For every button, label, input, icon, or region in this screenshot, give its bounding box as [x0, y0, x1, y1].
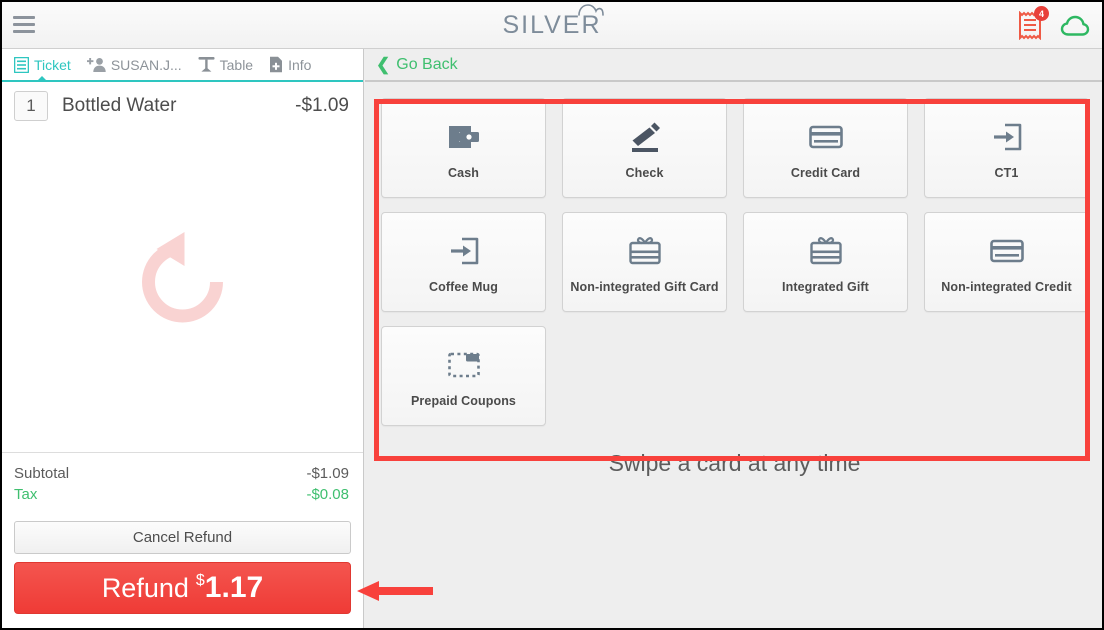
arrow-into-box-icon [448, 231, 480, 271]
tab-info[interactable]: Info [261, 49, 319, 80]
list-item[interactable]: 1 Bottled Water -$1.09 [2, 82, 363, 130]
payment-method-prepaid-coupons[interactable]: Prepaid Coupons [381, 326, 546, 426]
subtotal-value: -$1.09 [306, 465, 349, 482]
wallet-icon [447, 117, 481, 157]
tab-customer-label: SUSAN.J... [110, 56, 182, 73]
brand-logo: SILVER [2, 2, 1102, 49]
cloud-icon[interactable] [1060, 14, 1090, 38]
payment-method-non-integrated-gift-card[interactable]: Non-integrated Gift Card [562, 212, 727, 312]
item-price: -$1.09 [295, 95, 349, 116]
ticket-totals: Subtotal -$1.09 Tax -$0.08 [2, 452, 363, 511]
tab-ticket[interactable]: Ticket [6, 49, 79, 82]
logo-text-wrap: SILVER [502, 4, 604, 40]
payment-method-cash[interactable]: Cash [381, 98, 546, 198]
app-header: SILVER 4 [2, 2, 1102, 49]
go-back-bar: ❮ Go Back [365, 49, 1102, 82]
payment-method-label: Cash [448, 165, 479, 180]
payment-method-label: Non-integrated Gift Card [570, 279, 719, 294]
payment-method-label: Credit Card [790, 165, 861, 180]
tax-value: -$0.08 [306, 486, 349, 503]
payment-method-ct1[interactable]: CT1 [924, 98, 1089, 198]
subtotal-row: Subtotal -$1.09 [14, 463, 349, 484]
payment-method-label: Check [625, 165, 664, 180]
payment-method-credit-card[interactable]: Credit Card [743, 98, 908, 198]
refund-rotate-arrow-icon [141, 232, 223, 323]
tab-table-label: Table [219, 56, 254, 73]
payment-method-label: Coffee Mug [428, 279, 499, 294]
chevron-left-icon: ❮ [376, 55, 391, 74]
cancel-refund-button[interactable]: Cancel Refund [14, 521, 351, 554]
payment-method-check[interactable]: Check [562, 98, 727, 198]
arrow-into-box-icon [991, 117, 1023, 157]
go-back-label: Go Back [396, 55, 458, 73]
tax-label: Tax [14, 486, 38, 503]
tax-row: Tax -$0.08 [14, 484, 349, 505]
dashed-coupon-icon [447, 345, 481, 385]
file-add-icon [270, 56, 283, 73]
subtotal-label: Subtotal [14, 465, 70, 482]
tab-customer[interactable]: SUSAN.J... [79, 49, 190, 80]
payment-methods-area: Cash Check Credit Card CT1 Coffee Mug No… [365, 82, 1102, 477]
go-back-button[interactable]: ❮ Go Back [376, 56, 458, 74]
tab-ticket-label: Ticket [34, 56, 71, 73]
payment-method-label: Non-integrated Credit [941, 279, 1072, 294]
table-icon [198, 57, 215, 72]
pos-app-window: SILVER 4 Ticket SUSAN.J... Table Info 1 … [0, 0, 1104, 630]
payment-method-integrated-gift[interactable]: Integrated Gift [743, 212, 908, 312]
gift-card-icon [628, 231, 662, 271]
credit-card-icon [989, 231, 1024, 271]
payment-methods-grid: Cash Check Credit Card CT1 Coffee Mug No… [381, 98, 1089, 426]
tab-info-label: Info [288, 56, 312, 73]
ticket-list-icon [14, 56, 29, 73]
payment-method-label: Integrated Gift [782, 279, 869, 294]
pencil-icon [628, 117, 662, 157]
item-name: Bottled Water [62, 95, 177, 116]
payment-method-label: Prepaid Coupons [411, 393, 516, 408]
item-quantity: 1 [14, 91, 48, 121]
header-icon-group: 4 [1018, 6, 1090, 41]
payment-method-coffee-mug[interactable]: Coffee Mug [381, 212, 546, 312]
swipe-card-message: Swipe a card at any time [608, 450, 861, 476]
ticket-tab-bar: Ticket SUSAN.J... Table Info [2, 49, 363, 82]
ticket-items-list: 1 Bottled Water -$1.09 [2, 82, 363, 452]
cloud-arc-icon [577, 4, 604, 16]
payment-method-non-integrated-credit[interactable]: Non-integrated Credit [924, 212, 1089, 312]
refund-button[interactable]: Refund $ 1.17 [14, 562, 351, 614]
add-person-icon [86, 57, 106, 72]
credit-card-icon [808, 117, 843, 157]
refund-button-currency: $ [195, 572, 205, 589]
gift-card-icon [809, 231, 843, 271]
receipt-badge-count: 4 [1034, 6, 1049, 21]
ticket-panel: Ticket SUSAN.J... Table Info 1 Bottled W… [2, 49, 364, 628]
tab-table[interactable]: Table [190, 49, 261, 80]
payment-method-label: CT1 [994, 165, 1019, 180]
receipt-icon[interactable]: 4 [1018, 6, 1049, 41]
refund-button-word: Refund [101, 572, 189, 603]
refund-button-amount: 1.17 [204, 571, 264, 604]
payment-panel: ❮ Go Back Cash Check Credit Card CT1 Cof… [365, 49, 1102, 628]
